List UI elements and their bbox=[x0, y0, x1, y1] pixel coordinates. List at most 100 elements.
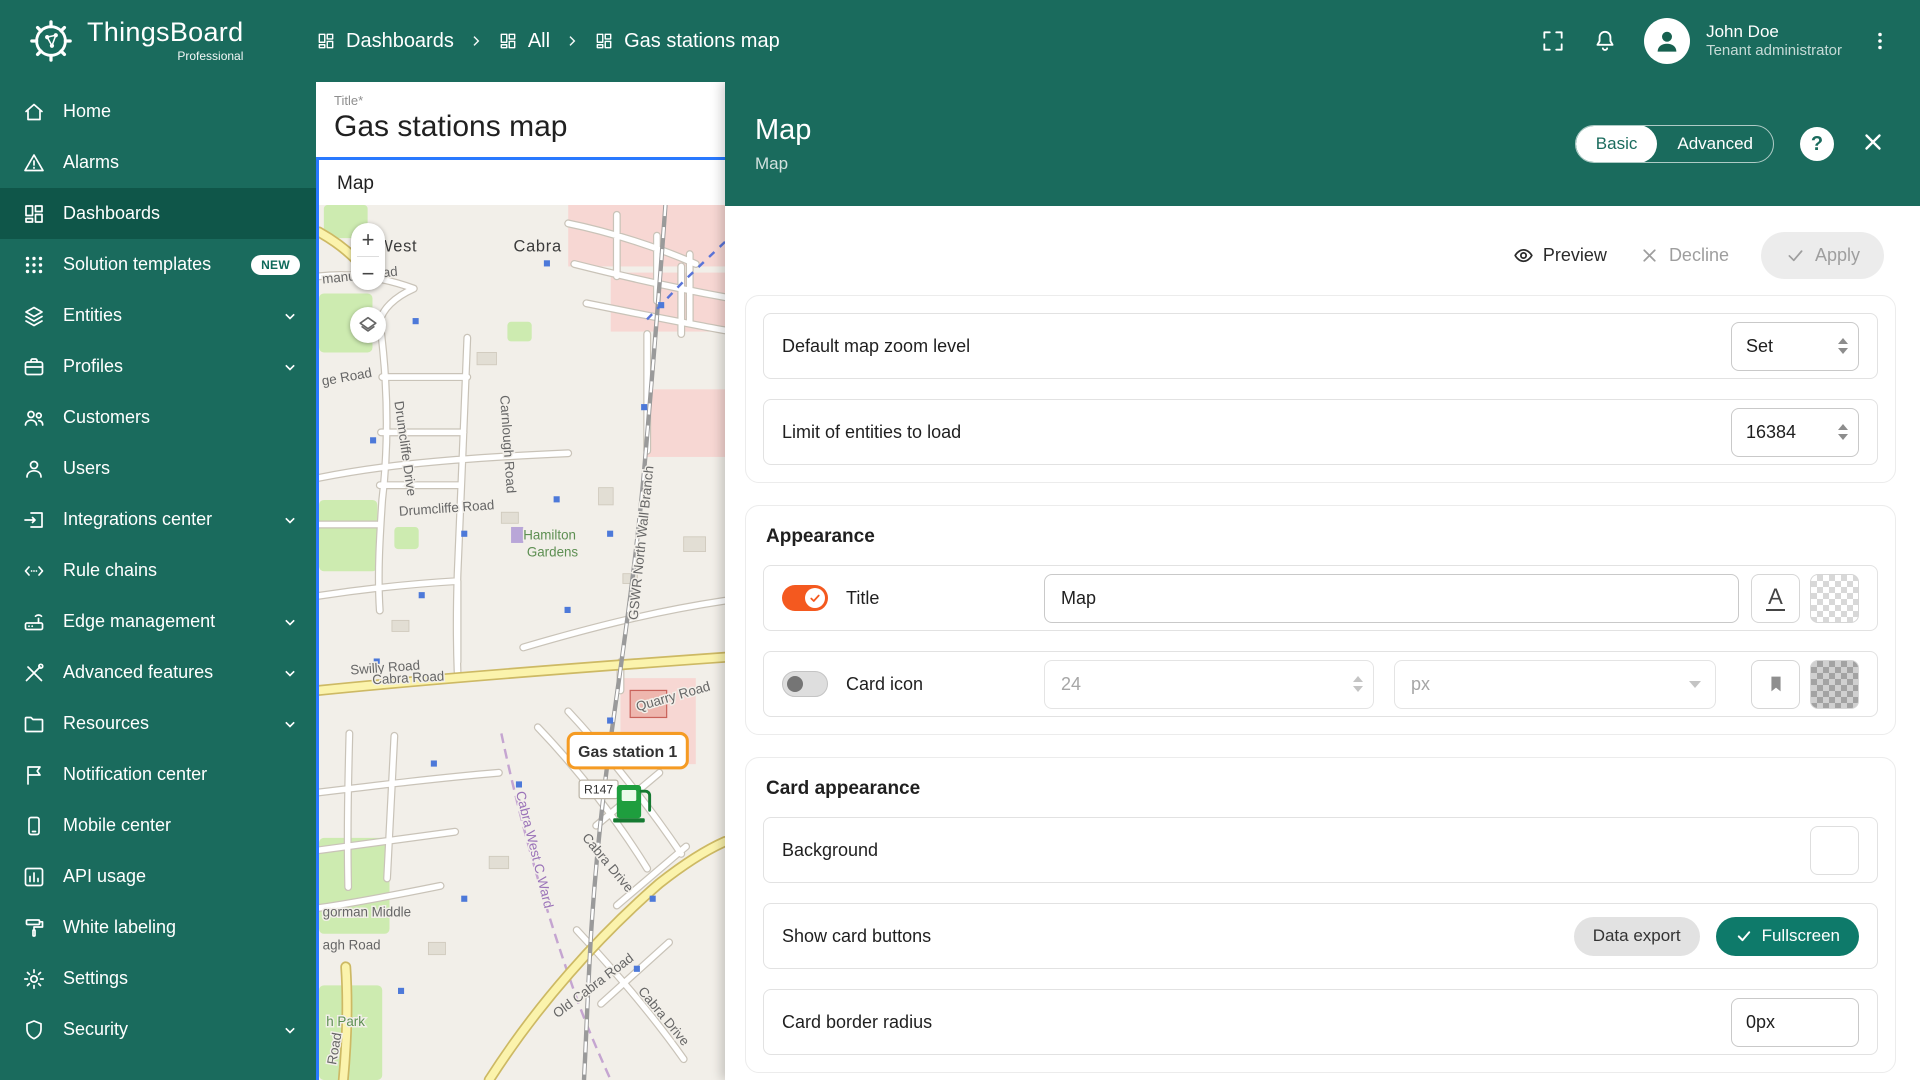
sidebar-item-label: Solution templates bbox=[63, 254, 212, 274]
title-setting-label: Title bbox=[846, 587, 880, 608]
chevron-right-icon bbox=[473, 36, 480, 46]
toggle-knob bbox=[805, 588, 825, 608]
map-widget[interactable]: Map West Cabra manus ge Road Drumcliffe … bbox=[316, 157, 725, 1080]
help-button[interactable]: ? bbox=[1800, 127, 1834, 161]
x-icon bbox=[1643, 249, 1656, 262]
sidebar-item-home[interactable]: Home bbox=[0, 86, 316, 137]
sidebar-item-label: Customers bbox=[63, 407, 151, 427]
title-font-button[interactable]: A bbox=[1751, 573, 1800, 623]
decline-button[interactable]: Decline bbox=[1639, 245, 1729, 266]
fullscreen-icon[interactable] bbox=[1540, 28, 1566, 54]
zoom-out-button[interactable]: − bbox=[351, 257, 385, 290]
question-icon: ? bbox=[1810, 132, 1824, 155]
widget-title-input[interactable]: Map bbox=[1044, 573, 1739, 623]
preview-button[interactable]: Preview bbox=[1513, 245, 1607, 266]
breadcrumb-all[interactable]: All bbox=[498, 30, 550, 53]
dashboards-icon bbox=[596, 33, 612, 49]
card-icon-label: Card icon bbox=[846, 673, 924, 694]
close-button[interactable] bbox=[1860, 129, 1886, 160]
dashboard-editor: Title* Gas stations map Map West Cabra m… bbox=[316, 82, 725, 1080]
sidebar-item-solution-templates[interactable]: Solution templates NEW bbox=[0, 239, 316, 290]
sidebar-item-entities[interactable]: Entities bbox=[0, 290, 316, 341]
sidebar-item-integrations-center[interactable]: Integrations center bbox=[0, 494, 316, 545]
shield-icon bbox=[26, 1019, 42, 1040]
title-color-button[interactable] bbox=[1810, 573, 1859, 623]
sidebar-item-label: API usage bbox=[63, 866, 147, 886]
sidebar-item-label: Entities bbox=[63, 305, 123, 325]
user-avatar[interactable] bbox=[1644, 18, 1691, 64]
tab-advanced[interactable]: Advanced bbox=[1657, 126, 1773, 162]
sidebar-item-label: Users bbox=[63, 458, 111, 478]
sidebar-item-label: Alarms bbox=[63, 152, 120, 172]
sidebar-item-settings[interactable]: Settings bbox=[0, 953, 316, 1004]
kebab-menu-icon[interactable] bbox=[1868, 29, 1892, 53]
edge-router-icon bbox=[24, 613, 44, 630]
card-border-radius-input[interactable]: 0px bbox=[1731, 997, 1859, 1047]
integrations-input-icon bbox=[24, 511, 43, 528]
apply-button[interactable]: Apply bbox=[1760, 232, 1884, 279]
sidebar-item-mobile-center[interactable]: Mobile center bbox=[0, 800, 316, 851]
chevron-down-icon bbox=[285, 313, 295, 320]
sidebar-item-rule-chains[interactable]: Rule chains bbox=[0, 545, 316, 596]
sidebar-item-label: Resources bbox=[63, 713, 150, 733]
fullscreen-chip[interactable]: Fullscreen bbox=[1715, 916, 1859, 956]
sidebar-item-label: Settings bbox=[63, 968, 129, 988]
dashboard-title-field[interactable]: Title* Gas stations map bbox=[316, 82, 725, 157]
map-label: h Park bbox=[326, 1014, 365, 1029]
icon-picker-button[interactable] bbox=[1751, 659, 1800, 709]
alarm-warning-icon bbox=[24, 153, 44, 171]
customers-group-icon bbox=[24, 410, 44, 426]
user-name: John Doe bbox=[1706, 22, 1779, 41]
check-icon bbox=[1788, 250, 1803, 262]
card-buttons-row: Show card buttons Data export Fullscreen bbox=[763, 903, 1878, 969]
panel-subtitle: Map bbox=[755, 154, 789, 173]
breadcrumb-label: Gas stations map bbox=[624, 29, 780, 52]
tab-basic[interactable]: Basic bbox=[1575, 126, 1658, 162]
data-export-chip[interactable]: Data export bbox=[1573, 916, 1700, 956]
sidebar-item-users[interactable]: Users bbox=[0, 443, 316, 494]
sidebar-item-profiles[interactable]: Profiles bbox=[0, 341, 316, 392]
sidebar-item-label: Home bbox=[63, 101, 112, 121]
default-zoom-input[interactable]: Set bbox=[1731, 321, 1859, 371]
marker-label: Gas station 1 bbox=[578, 744, 677, 761]
flag-icon bbox=[27, 765, 41, 785]
sidebar-item-api-usage[interactable]: API usage bbox=[0, 851, 316, 902]
top-bar-actions: John Doe Tenant administrator bbox=[1540, 18, 1892, 64]
sidebar-item-notification-center[interactable]: Notification center bbox=[0, 749, 316, 800]
sidebar-item-white-labeling[interactable]: White labeling bbox=[0, 902, 316, 953]
map-label: Gardens bbox=[527, 544, 579, 559]
number-stepper[interactable] bbox=[1838, 424, 1848, 440]
basic-advanced-toggle: Basic Advanced bbox=[1574, 125, 1774, 163]
sidebar-item-alarms[interactable]: Alarms bbox=[0, 137, 316, 188]
sidebar-item-label: Integrations center bbox=[63, 509, 213, 529]
icon-size-unit-select[interactable]: px bbox=[1394, 659, 1716, 709]
card-icon-toggle[interactable] bbox=[782, 671, 828, 697]
breadcrumb-current[interactable]: Gas stations map bbox=[594, 30, 780, 53]
sidebar-item-advanced-features[interactable]: Advanced features bbox=[0, 647, 316, 698]
map[interactable]: West Cabra manus Road ge Road Drumcliffe… bbox=[319, 205, 725, 1080]
zoom-in-button[interactable]: + bbox=[351, 223, 385, 256]
chevron-down-icon bbox=[285, 517, 295, 524]
chevron-down-icon bbox=[285, 721, 295, 728]
background-color-swatch[interactable] bbox=[1810, 825, 1859, 875]
sidebar-item-edge-management[interactable]: Edge management bbox=[0, 596, 316, 647]
sidebar-item-customers[interactable]: Customers bbox=[0, 392, 316, 443]
entity-limit-input[interactable]: 16384 bbox=[1731, 407, 1859, 457]
sidebar-item-dashboards[interactable]: Dashboards bbox=[0, 188, 316, 239]
sidebar-item-label: Notification center bbox=[63, 764, 208, 784]
sidebar-item-resources[interactable]: Resources bbox=[0, 698, 316, 749]
thingsboard-logo[interactable]: ThingsBoard Professional bbox=[28, 18, 296, 64]
number-stepper[interactable] bbox=[1353, 676, 1363, 692]
thingsboard-app: ThingsBoard Professional Dashboards All bbox=[0, 0, 1920, 1080]
breadcrumb-dashboards[interactable]: Dashboards bbox=[316, 30, 454, 53]
icon-size-input[interactable]: 24 bbox=[1044, 659, 1374, 709]
icon-color-button[interactable] bbox=[1810, 659, 1859, 709]
settings-form: Default map zoom level Set Limit of enti… bbox=[725, 279, 1920, 1080]
number-stepper[interactable] bbox=[1838, 338, 1848, 354]
sidebar-item-security[interactable]: Security bbox=[0, 1004, 316, 1055]
title-field-value[interactable]: Gas stations map bbox=[334, 110, 725, 144]
map-layers-button[interactable] bbox=[350, 307, 386, 343]
title-toggle[interactable] bbox=[782, 585, 828, 611]
notifications-bell-icon[interactable] bbox=[1592, 28, 1618, 54]
settings-header: Map Map Basic Advanced ? bbox=[725, 82, 1920, 206]
